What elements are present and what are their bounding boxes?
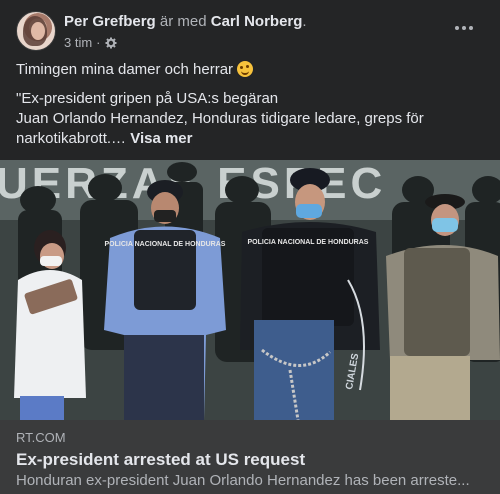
post-photo[interactable]: UERZAS ESPEC POLICIA NACIONA: [0, 160, 500, 420]
post-text-line2: "Ex-president gripen på USA:s begäran: [16, 90, 279, 107]
tagged-suffix: .: [302, 13, 307, 30]
post-text-line4: narkotikabrott.… Visa mer: [16, 129, 484, 149]
avatar-face: [31, 22, 45, 40]
link-domain: RT.COM: [16, 430, 66, 445]
see-more-link[interactable]: Visa mer: [130, 130, 192, 147]
post-text: Timingen mina damer och herrar "Ex-presi…: [16, 60, 484, 149]
post-text-line3: Juan Orlando Hernandez, Honduras tidigar…: [16, 110, 424, 127]
time-separator: ·: [96, 35, 101, 50]
link-preview[interactable]: RT.COM Ex-president arrested at US reque…: [0, 420, 500, 494]
post-text-line4-content: narkotikabrott.…: [16, 130, 127, 147]
more-options-icon[interactable]: [454, 19, 474, 39]
tagged-name[interactable]: Carl Norberg: [211, 13, 303, 30]
post-author-line: Per Grefberg är med Carl Norberg.: [64, 13, 307, 31]
post-time[interactable]: 3 tim: [64, 35, 92, 51]
police-badge-text-2: POLICIA NACIONAL DE HONDURAS: [248, 239, 369, 246]
gear-icon[interactable]: [105, 37, 117, 49]
author-avatar[interactable]: [16, 11, 56, 51]
feed-post: Per Grefberg är med Carl Norberg. 3 tim …: [0, 0, 500, 494]
post-text-line1: Timingen mina damer och herrar: [16, 60, 484, 80]
with-text: är med: [159, 13, 207, 30]
smiling-face-emoji-icon: [237, 61, 254, 77]
link-title[interactable]: Ex-president arrested at US request: [16, 449, 484, 471]
link-description: Honduran ex-president Juan Orlando Herna…: [16, 472, 470, 489]
post-header: Per Grefberg är med Carl Norberg. 3 tim …: [16, 11, 484, 53]
post-meta: 3 tim ·: [64, 35, 117, 51]
post-text-line1-content: Timingen mina damer och herrar: [16, 61, 234, 78]
author-name[interactable]: Per Grefberg: [64, 13, 156, 30]
police-badge-text: POLICIA NACIONAL DE HONDURAS: [105, 241, 226, 248]
